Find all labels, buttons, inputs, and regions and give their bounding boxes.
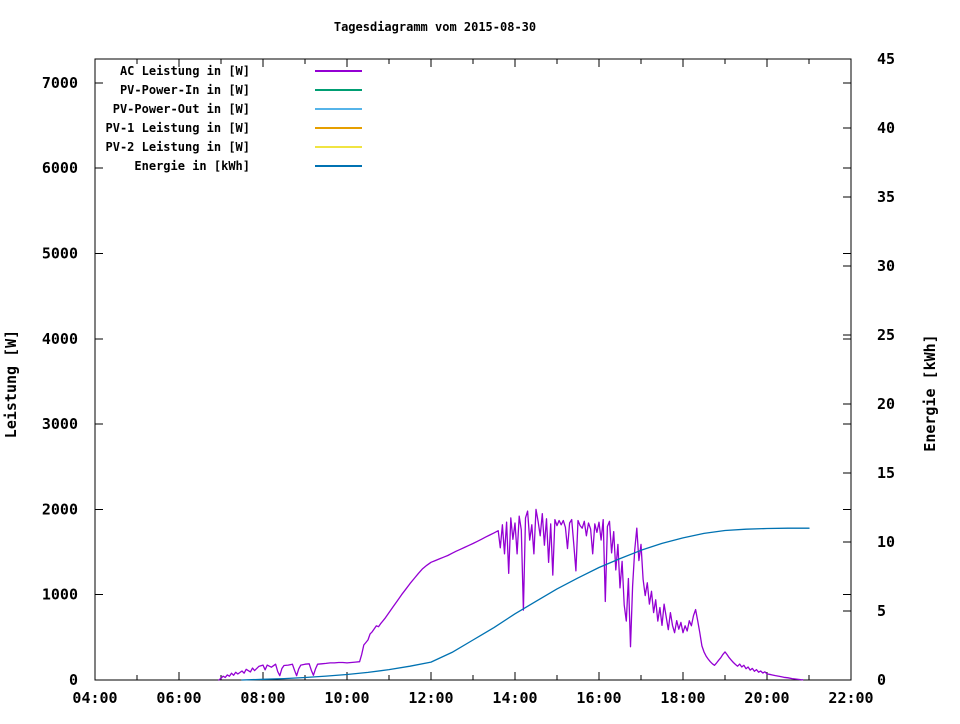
- chart-title: Tagesdiagramm vom 2015-08-30: [334, 20, 536, 34]
- x-tick-label: 08:00: [240, 689, 285, 707]
- y-right-tick-label: 25: [877, 326, 895, 344]
- y-left-tick-label: 4000: [42, 330, 78, 348]
- y-left-tick-label: 3000: [42, 415, 78, 433]
- x-tick-label: 10:00: [324, 689, 369, 707]
- legend-label-energie_kwh: Energie in [kWh]: [134, 159, 250, 173]
- y-right-tick-label: 15: [877, 464, 895, 482]
- legend-label-ac_leistung_w: AC Leistung in [W]: [120, 64, 250, 78]
- y-left-tick-label: 0: [69, 671, 78, 689]
- legend-label-pv2_leistung_w: PV-2 Leistung in [W]: [106, 140, 251, 154]
- y-left-tick-label: 7000: [42, 74, 78, 92]
- x-tick-label: 04:00: [72, 689, 117, 707]
- x-tick-label: 06:00: [156, 689, 201, 707]
- y-axis-left-title: Leistung [W]: [2, 330, 20, 438]
- y-right-tick-label: 10: [877, 533, 895, 551]
- legend-label-pv_power_in_w: PV-Power-In in [W]: [120, 83, 250, 97]
- x-tick-label: 22:00: [828, 689, 873, 707]
- x-tick-label: 16:00: [576, 689, 621, 707]
- chart-legend: AC Leistung in [W] PV-Power-In in [W] PV-P…: [106, 64, 362, 173]
- chart-canvas: Tagesdiagramm vom 2015-08-30 Leistung [W…: [2, 20, 939, 707]
- legend-label-pv_power_out_w: PV-Power-Out in [W]: [113, 102, 250, 116]
- y-right-tick-label: 0: [877, 671, 886, 689]
- y-left-tick-label: 6000: [42, 159, 78, 177]
- x-tick-label: 14:00: [492, 689, 537, 707]
- y-left-tick-label: 2000: [42, 500, 78, 518]
- x-tick-label: 20:00: [744, 689, 789, 707]
- y-right-tick-label: 35: [877, 188, 895, 206]
- y-axis-right-title: Energie [kWh]: [921, 334, 939, 451]
- y-left-tick-label: 1000: [42, 586, 78, 604]
- daily-diagram-chart: Tagesdiagramm vom 2015-08-30 Leistung [W…: [0, 0, 960, 720]
- y-left-tick-label: 5000: [42, 244, 78, 262]
- curve-ac_leistung_w: [218, 508, 804, 681]
- curve-energie_kwh: [241, 527, 810, 681]
- y-right-tick-label: 5: [877, 602, 886, 620]
- legend-label-pv1_leistung_w: PV-1 Leistung in [W]: [106, 121, 251, 135]
- y-right-tick-label: 30: [877, 257, 895, 275]
- y-right-tick-label: 20: [877, 395, 895, 413]
- y-right-tick-label: 40: [877, 119, 895, 137]
- x-tick-label: 18:00: [660, 689, 705, 707]
- x-tick-label: 12:00: [408, 689, 453, 707]
- data-curves: [218, 508, 810, 681]
- y-right-tick-label: 45: [877, 50, 895, 68]
